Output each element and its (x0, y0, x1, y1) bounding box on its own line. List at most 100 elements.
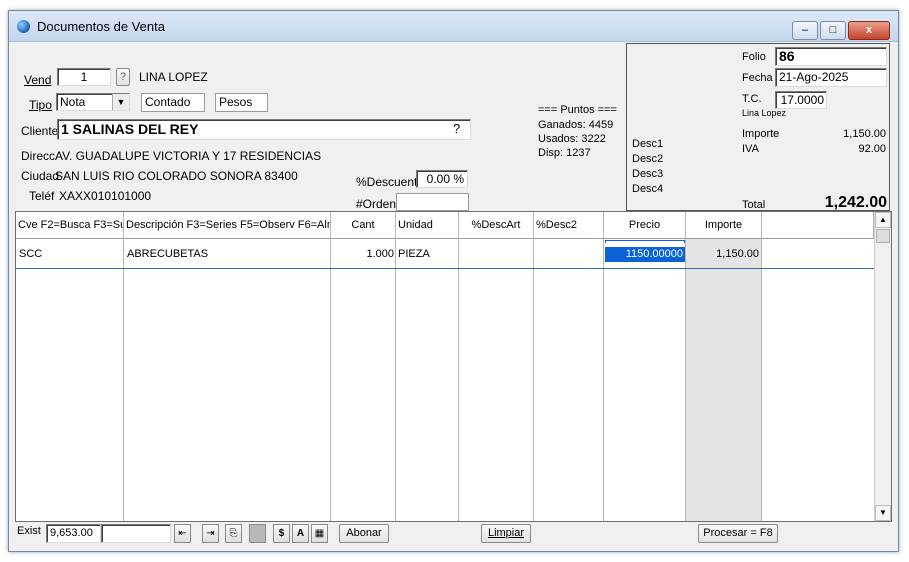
puntos-usados: Usados: 3222 (538, 133, 606, 145)
column-divider (533, 239, 534, 521)
vend-label: Vend (24, 73, 52, 87)
column-header-desc2[interactable]: %Desc2 (534, 212, 604, 239)
column-header-descart[interactable]: %DescArt (459, 212, 534, 239)
tc-label: T.C. (742, 93, 762, 105)
column-divider (458, 239, 459, 521)
telef-value: XAXX010101000 (59, 189, 152, 203)
vertical-scrollbar[interactable]: ▲ ▼ (874, 212, 891, 521)
column-header-cant[interactable]: Cant (331, 212, 396, 239)
vend-name: LINA LOPEZ (139, 70, 208, 84)
folder-icon[interactable] (249, 524, 266, 543)
folio-label: Folio (742, 51, 766, 63)
vend-field[interactable]: 1 (57, 68, 111, 86)
column-header-descripcion[interactable]: Descripción F3=Series F5=Observ F6=Aln (124, 212, 331, 239)
close-button[interactable]: x (848, 21, 890, 40)
exist-field[interactable]: 9,653.00 (46, 524, 101, 543)
items-grid[interactable]: Cve F2=Busca F3=Su Descripción F3=Series… (15, 211, 892, 522)
column-divider (603, 239, 604, 521)
ciudad-label: Ciudad (21, 169, 60, 183)
desc4-label: Desc4 (632, 183, 664, 195)
column-header-extra (762, 212, 874, 239)
column-divider (685, 239, 686, 521)
copy-icon[interactable]: ⎘ (225, 524, 242, 543)
scroll-thumb[interactable] (876, 229, 890, 243)
total-value: 1,242.00 (824, 194, 887, 211)
exist-extra-field[interactable] (101, 524, 171, 543)
window-title: Documentos de Venta (37, 19, 165, 34)
total-label: Total (742, 199, 766, 211)
cell-importe[interactable]: 1,150.00 (687, 248, 759, 260)
column-divider (761, 239, 762, 521)
importe-label: Importe (742, 128, 780, 140)
user-name: Lina Lopez (742, 108, 787, 118)
indent-left-icon[interactable]: ⇤ (174, 524, 191, 543)
indent-right-icon[interactable]: ⇥ (202, 524, 219, 543)
exist-label: Exist (17, 525, 41, 537)
minimize-button[interactable]: – (792, 21, 818, 40)
iva-value: 92.00 (858, 143, 886, 155)
vend-help-button[interactable]: ? (116, 68, 130, 86)
maximize-icon: □ (829, 24, 837, 36)
desc2-label: Desc2 (632, 153, 664, 165)
telef-label: Teléf (29, 189, 55, 203)
precio-editor-frame (605, 240, 685, 243)
importe-column-band (686, 239, 762, 521)
importe-value: 1,150.00 (843, 128, 886, 140)
title-bar[interactable]: Documentos de Venta – □ x (9, 11, 898, 42)
fecha-field[interactable]: 21-Ago-2025 (775, 68, 887, 87)
chevron-down-icon[interactable]: ▼ (112, 94, 129, 110)
cell-descripcion[interactable]: ABRECUBETAS (127, 248, 208, 260)
documentos-venta-window: Documentos de Venta – □ x Vend 1 ? LINA … (8, 10, 899, 552)
maximize-button[interactable]: □ (820, 21, 846, 40)
orden-label: #Orden (356, 197, 396, 211)
moneda-field[interactable]: Pesos (215, 93, 268, 112)
column-header-precio[interactable]: Precio (604, 212, 686, 239)
dollar-button[interactable]: $ (273, 524, 290, 543)
scroll-up-button[interactable]: ▲ (875, 212, 891, 228)
puntos-title: === Puntos === (538, 104, 617, 116)
column-header-cve[interactable]: Cve F2=Busca F3=Su (16, 212, 124, 239)
column-divider (123, 239, 124, 521)
column-divider (330, 239, 331, 521)
descuent-label: %Descuent (356, 175, 418, 189)
abonar-button[interactable]: Abonar (339, 524, 389, 543)
folio-field[interactable]: 86 (775, 47, 887, 66)
fecha-label: Fecha (742, 72, 773, 84)
orden-field[interactable] (396, 193, 469, 211)
cliente-help-button[interactable]: ? (453, 121, 460, 136)
column-header-importe[interactable]: Importe (686, 212, 762, 239)
limpiar-button[interactable]: Limpiar (481, 524, 531, 543)
cell-cve[interactable]: SCC (19, 248, 42, 260)
row-separator (16, 268, 874, 269)
cell-cant[interactable]: 1.000 (332, 248, 394, 260)
cell-precio-selected[interactable]: 1150.00000 (605, 247, 685, 262)
puntos-disp: Disp: 1237 (538, 147, 591, 159)
calculator-icon[interactable]: ▦ (311, 524, 328, 543)
arrow-up-icon: ▲ (879, 215, 887, 224)
procesar-button[interactable]: Procesar = F8 (698, 524, 778, 543)
scroll-down-button[interactable]: ▼ (875, 505, 891, 521)
direcc-value: AV. GUADALUPE VICTORIA Y 17 RESIDENCIAS (55, 149, 322, 163)
puntos-ganados: Ganados: 4459 (538, 119, 614, 131)
column-header-unidad[interactable]: Unidad (396, 212, 459, 239)
tipo-label: Tipo (29, 98, 52, 112)
direcc-label: Direcc (21, 149, 56, 163)
letter-a-button[interactable]: A (292, 524, 309, 543)
contado-field[interactable]: Contado (141, 93, 205, 112)
orden-label-text: #Orden (356, 197, 397, 211)
descuent-field[interactable]: 0.00 % (416, 170, 468, 188)
ciudad-value: SAN LUIS RIO COLORADO SONORA 83400 (55, 169, 298, 183)
arrow-down-icon: ▼ (879, 508, 887, 517)
tc-field[interactable]: 17.0000 (775, 91, 827, 109)
iva-label: IVA (742, 143, 759, 155)
close-icon: x (865, 24, 873, 36)
desc1-label: Desc1 (632, 138, 664, 150)
cell-unidad[interactable]: PIEZA (398, 248, 430, 260)
cliente-field[interactable]: 1 SALINAS DEL REY (57, 119, 471, 140)
cliente-label: Cliente (21, 124, 59, 138)
app-icon (17, 20, 30, 33)
column-divider (395, 239, 396, 521)
desc3-label: Desc3 (632, 168, 664, 180)
minimize-icon: – (801, 24, 809, 36)
tipo-select[interactable]: Nota ▼ (56, 93, 130, 111)
